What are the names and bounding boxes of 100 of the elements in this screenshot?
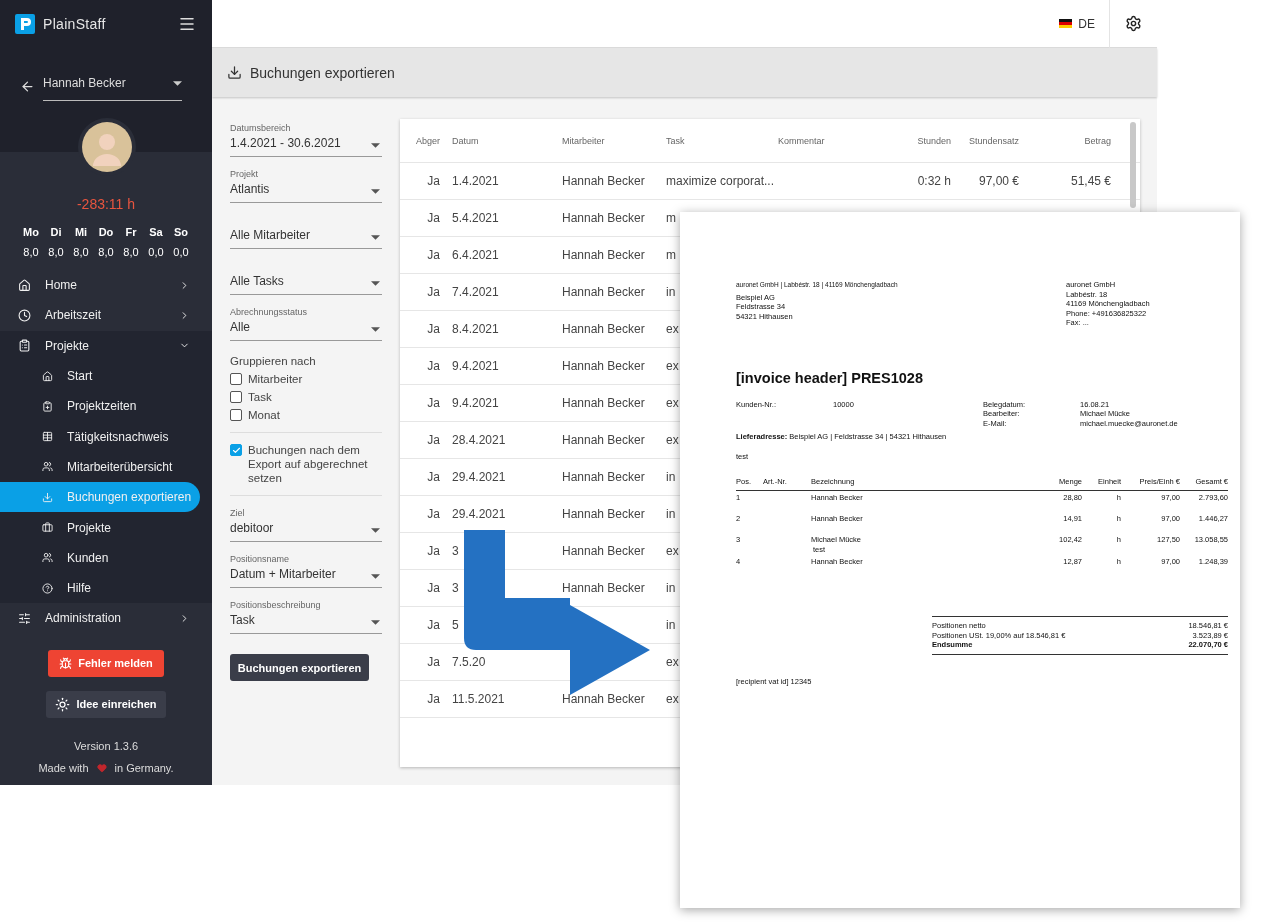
people-icon [42, 552, 53, 564]
checkbox[interactable] [230, 373, 242, 385]
help-icon [42, 582, 53, 594]
download-icon [42, 491, 53, 503]
checkbox-label: Mitarbeiter [248, 372, 303, 386]
flag-icon [1059, 19, 1073, 28]
table-cell: m [666, 248, 676, 262]
table-cell: 28.4.2021 [452, 433, 506, 447]
checkbox-label: Task [248, 390, 272, 404]
nav-item[interactable]: Home [0, 270, 212, 301]
clock-icon [18, 308, 31, 322]
home-icon [18, 278, 31, 292]
field-label: Positionsname [230, 554, 291, 564]
nav-item[interactable]: Start [0, 360, 200, 392]
table-cell: in [666, 507, 676, 521]
export-button[interactable]: Buchungen exportieren [230, 654, 369, 681]
sliders-icon [18, 611, 31, 625]
clipboard-icon [18, 339, 31, 353]
nav-item[interactable]: Projekte [0, 330, 212, 361]
caret-icon [371, 327, 380, 332]
nav-item[interactable]: Tätigkeitsnachweis [0, 421, 200, 452]
table-cell: Hannah Becker [562, 285, 645, 299]
briefcase-icon [42, 522, 53, 533]
app-logo: PlainStaff [43, 16, 107, 32]
checkbox[interactable] [230, 444, 242, 456]
weekday-label: Do [97, 226, 115, 238]
hours-value: 8,0 [122, 246, 140, 258]
checkbox[interactable] [230, 409, 242, 421]
caret-icon [371, 528, 380, 533]
table-cell: Ja [427, 174, 440, 188]
table-cell: Hannah Becker [562, 248, 645, 262]
table-cell: in [666, 285, 676, 299]
table-cell: Ja [427, 433, 440, 447]
bug-icon [59, 656, 73, 670]
people-icon [42, 461, 53, 473]
table-cell: 6.4.2021 [452, 248, 499, 262]
home-icon [42, 370, 53, 382]
checkbox[interactable] [230, 391, 242, 403]
table-cell: in [666, 581, 676, 595]
menu-icon[interactable] [178, 15, 196, 33]
table-cell: 7.5.20 [452, 655, 486, 669]
download-icon [227, 65, 242, 80]
table-cell: Ja [427, 618, 440, 632]
table-cell: 3 [452, 544, 459, 558]
field-label: Datumsbereich [230, 123, 292, 133]
hours-value: 0,0 [172, 246, 190, 258]
caret-icon [173, 80, 182, 86]
table-cell: Hannah Becker [562, 470, 645, 484]
select-field[interactable]: Projekt Atlantis [230, 165, 382, 203]
language-button[interactable]: DE [1045, 16, 1109, 31]
caret-icon [371, 189, 380, 194]
field-label: Abrechnungsstatus [230, 307, 309, 317]
table-cell: 5.4.2021 [452, 211, 499, 225]
nav-item[interactable]: Mitarbeiterübersicht [0, 451, 200, 483]
nav-item[interactable]: Kunden [0, 542, 200, 573]
user-select[interactable]: Hannah Becker [43, 72, 182, 101]
table-cell: 29.4.2021 [452, 470, 506, 484]
settings-icon [1125, 15, 1142, 32]
select-field[interactable]: Abrechnungsstatus Alle [230, 303, 382, 341]
table-cell: m [666, 211, 676, 225]
table-cell: ex [666, 396, 679, 410]
table-cell: Hannah Becker [562, 322, 645, 336]
select-field[interactable]: Datumsbereich 1.4.2021 - 30.6.2021 [230, 119, 382, 157]
logo-icon [15, 14, 35, 34]
field-label: Projekt [230, 169, 259, 179]
nav-item[interactable]: Hilfe [0, 572, 200, 604]
table-cell: Ja [427, 655, 440, 669]
table-cell: Hannah Becker [562, 433, 645, 447]
table-cell: ex [666, 359, 679, 373]
clipboard-icon [42, 400, 53, 412]
table-cell: Ja [427, 211, 440, 225]
select-field[interactable]: Alle Mitarbeiter [230, 211, 382, 249]
nav-item[interactable]: Arbeitszeit [0, 300, 212, 331]
back-icon[interactable] [20, 79, 35, 94]
column-header: Stunden [917, 135, 951, 146]
select-field[interactable]: Ziel debitoor [230, 504, 382, 542]
table-cell: 29.4.2021 [452, 507, 506, 521]
table-cell: in [666, 618, 676, 632]
nav-item[interactable]: Projektzeiten [0, 391, 200, 422]
submit-idea-button[interactable]: Idee einreichen [46, 690, 166, 718]
table-cell: ex [666, 544, 679, 558]
table-cell: 97,00 € [978, 174, 1019, 188]
select-field[interactable]: Positionsbeschreibung Task [230, 596, 382, 634]
column-header: Task [666, 135, 685, 146]
select-field[interactable]: Positionsname Datum + Mitarbeiter [230, 550, 382, 588]
table-cell: Ja [427, 285, 440, 299]
table-cell: Ja [427, 544, 440, 558]
scrollbar[interactable] [1130, 122, 1136, 208]
report-bug-button[interactable]: Fehler melden [48, 649, 164, 677]
footer-text: Made with [38, 761, 89, 774]
column-header: Mitarbeiter [562, 135, 605, 146]
select-field[interactable]: Alle Tasks [230, 257, 382, 295]
nav-item[interactable]: Administration [0, 603, 212, 634]
table-cell: Ja [427, 359, 440, 373]
nav-item[interactable]: Projekte [0, 512, 200, 543]
table-cell: Hannah Becker [562, 396, 645, 410]
table-cell: Hannah Becker [562, 544, 645, 558]
caret-icon [371, 281, 380, 286]
table-cell: 1.4.2021 [452, 174, 499, 188]
table-cell: Ja [427, 507, 440, 521]
